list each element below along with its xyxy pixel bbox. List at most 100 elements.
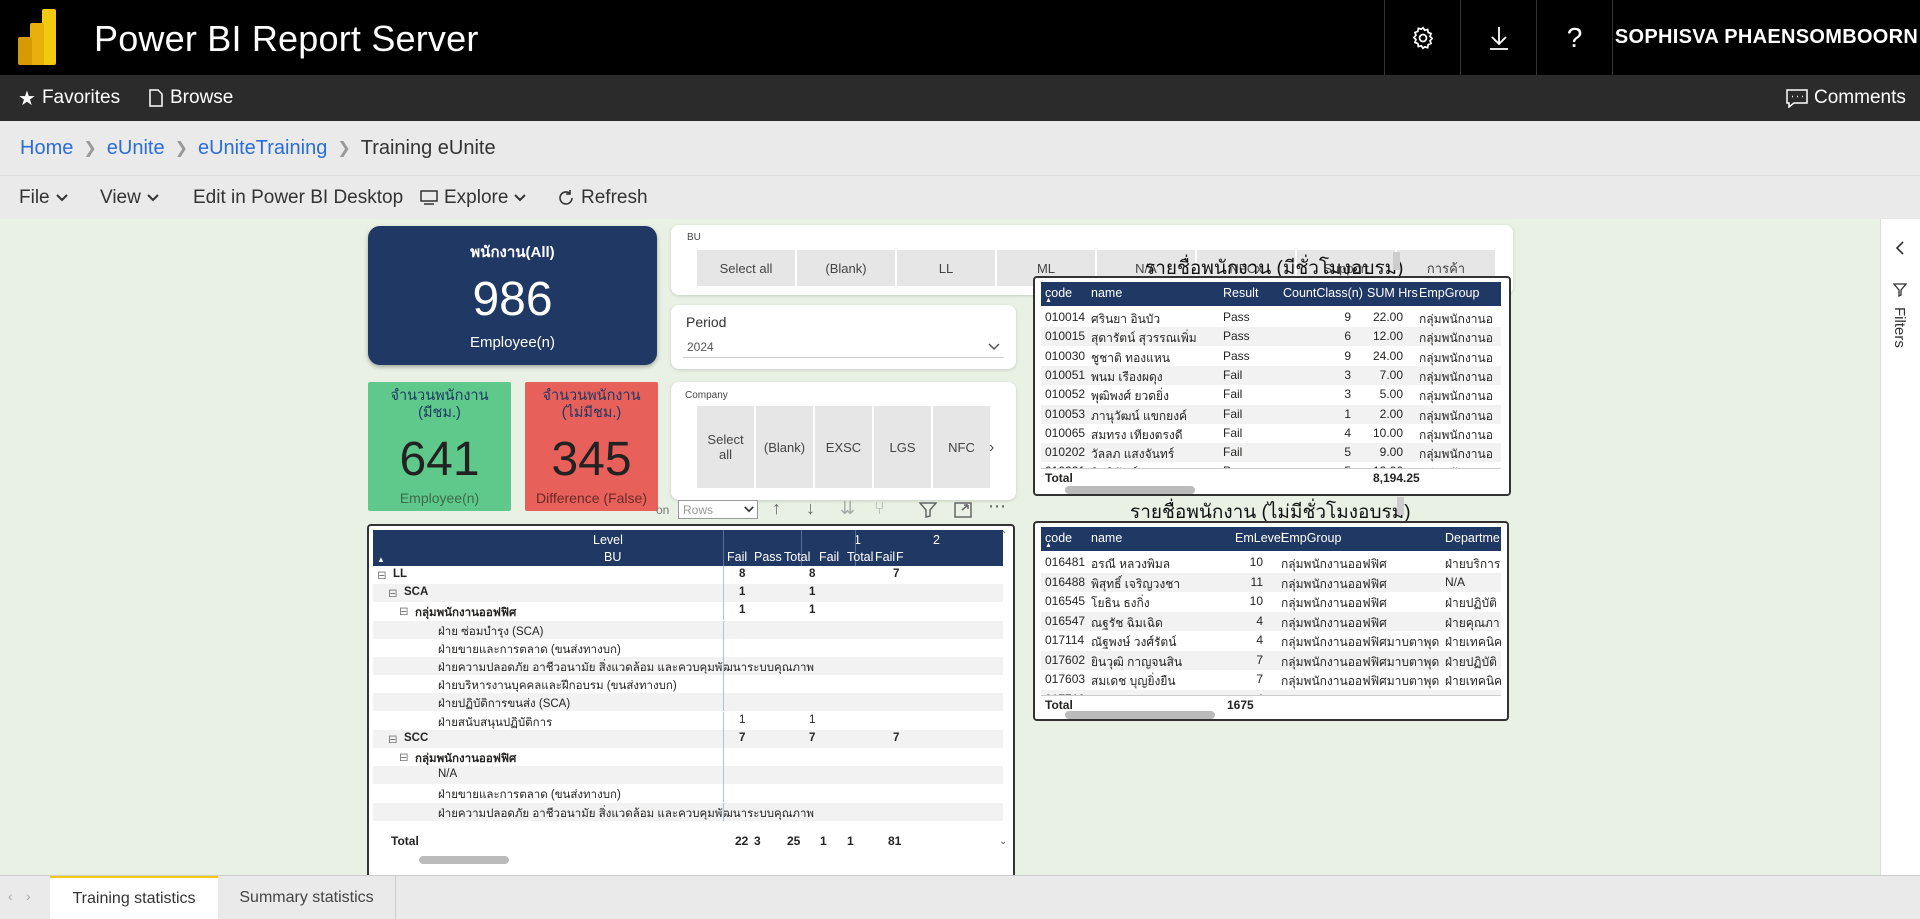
expand-collapse-icon[interactable]: ⊟ bbox=[377, 568, 387, 582]
table2-column-header[interactable]: Departme bbox=[1445, 531, 1500, 545]
matrix-row[interactable]: N/A bbox=[373, 766, 1003, 785]
table1-column-header[interactable]: Result bbox=[1223, 286, 1258, 300]
table-row[interactable]: 010051 พนม เรืองผดุง Fail 3 7.00 กลุ่มพนักงาน… bbox=[1041, 365, 1501, 385]
view-menu[interactable]: View bbox=[100, 176, 159, 220]
refresh-button[interactable]: Refresh bbox=[557, 176, 648, 220]
company-option[interactable]: LGS bbox=[874, 406, 931, 488]
download-button[interactable] bbox=[1460, 0, 1536, 75]
expand-all-icon[interactable]: ⇊ bbox=[840, 498, 855, 519]
table-row[interactable]: 016488 พิสุทธิ์ เจริญวงชา 11 กลุ่มพนักงานออ… bbox=[1041, 572, 1501, 592]
tab-summary-statistics[interactable]: Summary statistics bbox=[218, 876, 396, 919]
browse-link[interactable]: Browse bbox=[148, 75, 233, 121]
matrix-row[interactable]: ฝ่ายความปลอดภัย อาชีวอนามัย สิ่งแวดล้อม … bbox=[373, 802, 1003, 821]
table2-scrollbar[interactable] bbox=[1065, 711, 1215, 719]
breadcrumb-eunite-training[interactable]: eUniteTraining bbox=[198, 137, 327, 160]
matrix-row[interactable]: ฝ่ายขายและการตลาด (ขนส่งทางบก) bbox=[373, 638, 1003, 657]
drill-up-icon[interactable]: ↑ bbox=[772, 498, 781, 519]
chevron-left-icon[interactable] bbox=[1895, 241, 1905, 255]
matrix-row[interactable]: ฝ่ายความปลอดภัย อาชีวอนามัย สิ่งแวดล้อม … bbox=[373, 657, 1003, 675]
sort-up-icon[interactable]: ▲ bbox=[377, 555, 385, 564]
drill-down-icon[interactable]: ↓ bbox=[806, 498, 815, 519]
company-option[interactable]: NFC bbox=[933, 406, 990, 488]
table1-column-header[interactable]: CountClass(n) bbox=[1283, 286, 1363, 300]
table-row[interactable]: 010202 วัลลภ แสงจันทร์ Fail 5 9.00 กลุ่มพนักง… bbox=[1041, 443, 1501, 463]
expand-hierarchy-icon[interactable]: ⑂ bbox=[874, 498, 885, 519]
sort-up-icon[interactable]: ▲ bbox=[1045, 542, 1052, 549]
table-row[interactable]: 010014 ศรินยา อินบัว Pass 9 22.00 กลุ่มพนักงา… bbox=[1041, 308, 1501, 327]
company-option[interactable]: (Blank) bbox=[756, 406, 813, 488]
filters-pane-collapsed[interactable]: Filters bbox=[1880, 219, 1920, 875]
table-row[interactable]: 016481 อรณี หลวงพิมล 10 กลุ่มพนักงานออฟฟิศ ฝ… bbox=[1041, 553, 1501, 572]
matrix-row[interactable]: ฝ่าย ซ่อมบำรุง (SCA) bbox=[373, 620, 1003, 639]
table-row[interactable]: 017602 ยินวุฒิ กาญจนสิน 7 กลุ่มพนักงานออฟฟิ… bbox=[1041, 650, 1501, 670]
table-row[interactable]: 010065 สมทรง เทียงตรงดี Fail 4 10.00 กลุ่มพนั… bbox=[1041, 423, 1501, 443]
matrix-row[interactable]: ⊟ SCA 1 1 bbox=[373, 584, 1003, 603]
matrix-subheader[interactable]: Fail bbox=[727, 550, 747, 564]
matrix-row[interactable]: ฝ่ายขายและการตลาด (ขนส่งทางบก) bbox=[373, 784, 1003, 803]
breadcrumb: Home ❯ eUnite ❯ eUniteTraining ❯ Trainin… bbox=[0, 121, 1920, 175]
breadcrumb-home[interactable]: Home bbox=[20, 137, 73, 160]
matrix-subheader[interactable]: F bbox=[896, 550, 904, 564]
more-options-icon[interactable]: ⋯ bbox=[988, 496, 1006, 517]
edit-in-desktop-button[interactable]: Edit in Power BI Desktop bbox=[193, 176, 403, 220]
matrix-row[interactable]: ⊟ SCC 7 7 7 bbox=[373, 729, 1003, 748]
table-row[interactable]: 010015 สุดารัตน์ สุวรรณเพิ่ม Pass 6 12.00 กลุ… bbox=[1041, 327, 1501, 347]
bu-level-matrix: Level BU 1 2 Fail Pass Total Fail Total Fail F… bbox=[367, 524, 1015, 886]
period-dropdown[interactable]: 2024 bbox=[683, 336, 1004, 358]
table1-column-header[interactable]: name bbox=[1091, 286, 1122, 300]
company-option[interactable]: Select all bbox=[697, 406, 754, 488]
tab-training-statistics[interactable]: Training statistics bbox=[50, 876, 218, 919]
matrix-row[interactable]: ฝ่ายปฏิบัติการขนส่ง (SCA) bbox=[373, 693, 1003, 712]
sort-up-icon[interactable]: ▲ bbox=[1045, 297, 1052, 304]
filter-icon[interactable] bbox=[919, 502, 937, 518]
table1-scrollbar[interactable] bbox=[1065, 486, 1195, 494]
matrix-row[interactable]: ⊟ LL 8 8 7 bbox=[373, 566, 1003, 584]
title-accent bbox=[1393, 252, 1400, 270]
company-option[interactable]: EXSC bbox=[815, 406, 872, 488]
comments-button[interactable]: Comments bbox=[1786, 75, 1906, 121]
expand-collapse-icon[interactable]: ⊟ bbox=[388, 586, 398, 600]
expand-collapse-icon[interactable]: ⊟ bbox=[388, 732, 398, 746]
table2-column-header[interactable]: EmpGroup bbox=[1281, 531, 1341, 545]
table-row[interactable]: 017603 สมเดช บุญยิ่งยืน 7 กลุ่มพนักงานออฟฟิ… bbox=[1041, 670, 1501, 689]
table-row[interactable]: 010052 พุฒิพงศ์ ยวดยิ่ง Fail 3 5.00 กลุ่มพนัก… bbox=[1041, 385, 1501, 405]
bu-option[interactable]: Select all bbox=[697, 250, 795, 286]
expand-collapse-icon[interactable]: ⊟ bbox=[399, 750, 409, 764]
matrix-row[interactable]: ฝ่ายบริหารงานบุคคลและฝึกอบรม (ขนส่งทางบก… bbox=[373, 675, 1003, 694]
table-row[interactable]: 016547 ณฐรัช ฉิมเฉิด 4 กลุ่มพนักงานออฟฟิศ ฝ่… bbox=[1041, 611, 1501, 631]
matrix-row[interactable]: ⊟ กลุ่มพนักงานออฟฟิศ 1 1 bbox=[373, 602, 1003, 621]
scroll-up-icon[interactable]: ⌃ bbox=[999, 530, 1007, 541]
matrix-subheader[interactable]: Fail bbox=[875, 550, 895, 564]
drill-on-select[interactable]: Rows bbox=[678, 500, 758, 519]
chevron-right-icon[interactable]: › bbox=[26, 888, 31, 904]
favorites-link[interactable]: ★ Favorites bbox=[18, 75, 120, 121]
settings-button[interactable] bbox=[1384, 0, 1460, 75]
chevron-right-icon[interactable]: › bbox=[989, 439, 994, 457]
matrix-subheader[interactable]: Total bbox=[784, 550, 810, 564]
matrix-scrollbar[interactable] bbox=[419, 856, 509, 864]
scroll-down-icon[interactable]: ⌄ bbox=[999, 836, 1007, 847]
table-row[interactable]: 016545 โยธิน ธงกิ่ง 10 กลุ่มพนักงานออฟฟิศ ฝ่… bbox=[1041, 592, 1501, 611]
table1-column-header[interactable]: EmpGroup bbox=[1419, 286, 1479, 300]
user-name[interactable]: SOPHISVA PHAENSOMBOORN bbox=[1612, 0, 1920, 75]
bu-option[interactable]: (Blank) bbox=[797, 250, 895, 286]
bu-option[interactable]: LL bbox=[897, 250, 995, 286]
table-row[interactable]: 017114 ณัฐพงษ์ วงศ์รัตน์ 4 กลุ่มพนักงานออฟฟ… bbox=[1041, 631, 1501, 650]
matrix-subheader[interactable]: Total bbox=[847, 550, 873, 564]
table-row[interactable]: 010030 ชูชาติ ทองแหน Pass 9 24.00 กลุ่มพนักงา… bbox=[1041, 346, 1501, 366]
table1-column-header[interactable]: SUM Hrs bbox=[1367, 286, 1418, 300]
table2-column-header[interactable]: EmLevel bbox=[1235, 531, 1284, 545]
matrix-subheader[interactable]: Fail bbox=[819, 550, 839, 564]
expand-collapse-icon[interactable]: ⊟ bbox=[399, 604, 409, 618]
table-row[interactable]: 010053 ภานุวัฒน์ แขกยงค์ Fail 1 2.00 กลุ่มพนั… bbox=[1041, 404, 1501, 424]
file-menu[interactable]: File bbox=[19, 176, 68, 220]
table2-column-header[interactable]: name bbox=[1091, 531, 1122, 545]
help-button[interactable]: ? bbox=[1536, 0, 1612, 75]
chevron-left-icon[interactable]: ‹ bbox=[8, 888, 13, 904]
focus-mode-icon[interactable] bbox=[954, 502, 972, 518]
matrix-row[interactable]: ⊟ กลุ่มพนักงานออฟฟิศ bbox=[373, 748, 1003, 766]
matrix-subheader[interactable]: Pass bbox=[754, 550, 782, 564]
matrix-row[interactable]: ฝ่ายสนับสนุนปฏิบัติการ 1 1 bbox=[373, 711, 1003, 730]
breadcrumb-eunite[interactable]: eUnite bbox=[107, 137, 165, 160]
explore-menu[interactable]: Explore bbox=[420, 176, 527, 220]
